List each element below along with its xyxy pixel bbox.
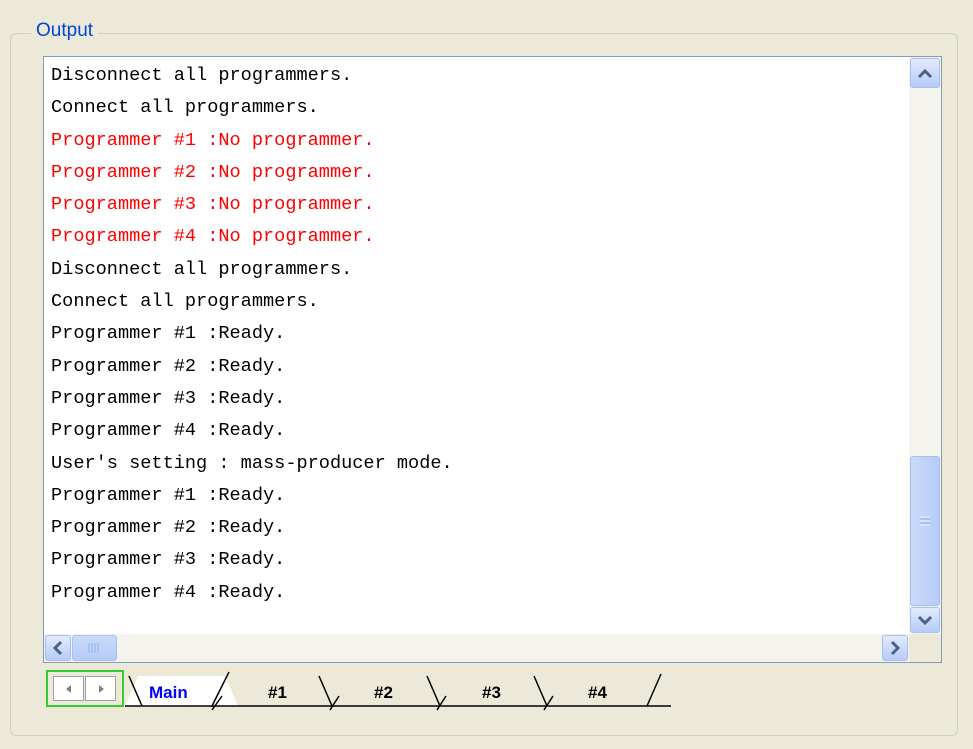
chevron-down-icon bbox=[917, 615, 933, 626]
chevron-left-icon bbox=[52, 640, 63, 656]
chevron-right-icon bbox=[890, 640, 901, 656]
grip-icon bbox=[88, 643, 99, 653]
scroll-left-button[interactable] bbox=[45, 635, 71, 661]
log-line: Programmer #1 :Ready. bbox=[51, 323, 286, 345]
tab-1[interactable]: #1 bbox=[268, 683, 287, 703]
scroll-up-button[interactable] bbox=[910, 58, 940, 88]
log-line: Programmer #4 :Ready. bbox=[51, 420, 286, 442]
log-line: Programmer #2 :No programmer. bbox=[51, 161, 375, 183]
log-line: Connect all programmers. bbox=[51, 291, 319, 313]
horizontal-scrollbar[interactable] bbox=[44, 634, 909, 662]
log-lines: Disconnect all programmers. Connect all p… bbox=[51, 60, 905, 634]
horizontal-scroll-thumb[interactable] bbox=[72, 635, 117, 661]
scrollbar-corner bbox=[909, 634, 941, 662]
log-line: User's setting : mass-producer mode. bbox=[51, 452, 453, 474]
tab-2[interactable]: #2 bbox=[374, 683, 393, 703]
log-line: Disconnect all programmers. bbox=[51, 65, 353, 86]
tab-outlines bbox=[125, 671, 671, 711]
tab-main[interactable]: Main bbox=[149, 683, 188, 703]
log-line: Programmer #3 :Ready. bbox=[51, 549, 286, 571]
output-log[interactable]: Disconnect all programmers. Connect all p… bbox=[43, 56, 942, 663]
log-line: Programmer #2 :Ready. bbox=[51, 517, 286, 539]
log-line: Programmer #2 :Ready. bbox=[51, 355, 286, 377]
tab-4[interactable]: #4 bbox=[588, 683, 607, 703]
grip-icon bbox=[920, 516, 930, 526]
log-line: Programmer #4 :No programmer. bbox=[51, 226, 375, 248]
log-line: Programmer #1 :Ready. bbox=[51, 484, 286, 506]
vertical-scroll-thumb[interactable] bbox=[910, 456, 940, 606]
scroll-right-button[interactable] bbox=[882, 635, 908, 661]
log-line: Disconnect all programmers. bbox=[51, 258, 353, 280]
chevron-up-icon bbox=[917, 68, 933, 79]
log-line: Programmer #3 :Ready. bbox=[51, 387, 286, 409]
log-line: Connect all programmers. bbox=[51, 97, 319, 119]
log-line: Programmer #1 :No programmer. bbox=[51, 129, 375, 151]
tab-3[interactable]: #3 bbox=[482, 683, 501, 703]
scroll-down-button[interactable] bbox=[910, 607, 940, 633]
log-line: Programmer #4 :Ready. bbox=[51, 581, 286, 603]
vertical-scrollbar[interactable] bbox=[909, 57, 941, 634]
output-title: Output bbox=[31, 20, 99, 42]
log-line: Programmer #3 :No programmer. bbox=[51, 194, 375, 216]
